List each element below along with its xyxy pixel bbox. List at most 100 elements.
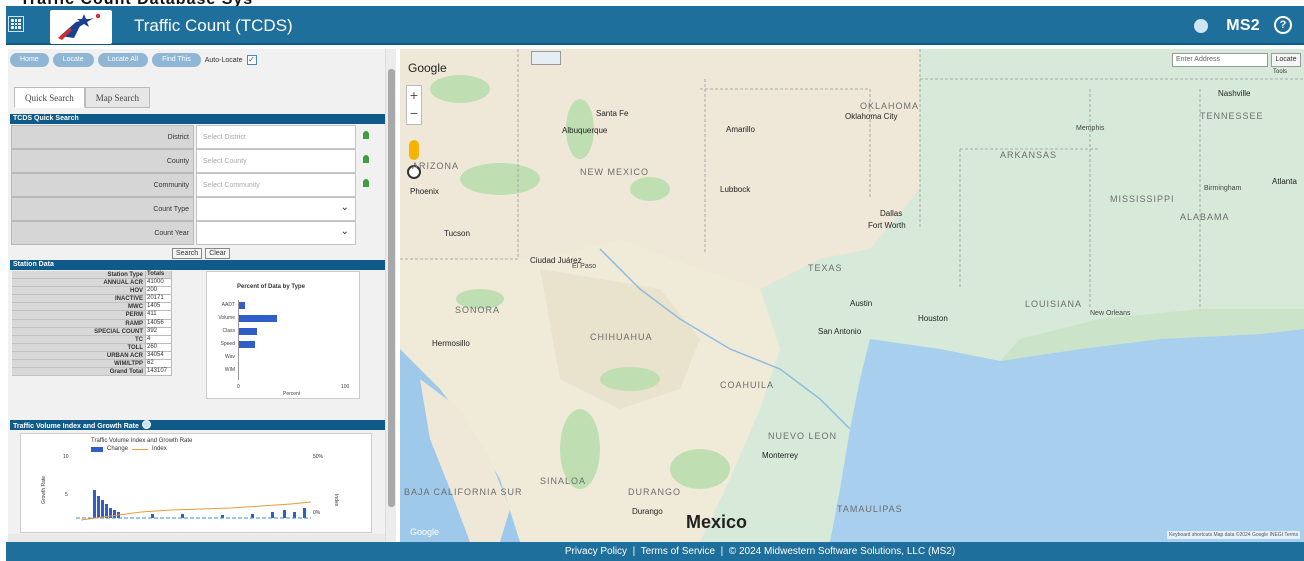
table-row: INACTIVE 20171 [12,295,198,304]
district-pin-icon[interactable] [363,131,369,139]
district-input[interactable]: Select District [196,125,356,149]
auto-locate-label: Auto-Locate [204,56,243,64]
station-type-cell: HOV [12,287,145,296]
map-layer-toggle[interactable] [531,51,561,65]
map-label: ARIZONA [412,161,460,171]
station-type-cell: MWC [12,303,145,312]
bar [239,315,277,322]
map-label: El Paso [572,263,597,270]
tools-menu[interactable]: Tools [1273,69,1287,75]
station-type-cell: Grand Total [12,368,145,377]
horizontal-scrollbar[interactable] [8,534,385,542]
privacy-policy-link[interactable]: Privacy Policy [565,546,627,557]
map-basemap [400,49,1304,542]
count-year-select[interactable]: ⌄ [196,221,356,245]
scrollbar-thumb[interactable] [388,69,395,507]
x-axis-label: Percent [283,391,301,397]
map-label: SINALOA [540,476,587,486]
map-label: Fort Worth [868,221,906,230]
terms-of-service-link[interactable]: Terms of Service [641,546,715,557]
map-label: Oklahoma City [845,112,898,121]
station-total-cell: 411 [145,311,172,320]
map-view[interactable]: Google + − Enter Address Locate Tools OKL… [400,49,1304,542]
tick-min: 0 [237,384,240,390]
app-title: Traffic Count (TCDS) [134,16,293,35]
traffic-volume-plot [76,490,312,521]
ms2-logo-icon [1194,19,1208,33]
locate-all-button[interactable]: Locate All [97,53,149,67]
count-type-row: Count Type ⌄ [11,197,375,221]
table-row: Grand Total 143107 [12,368,198,377]
map-label: Amarillo [726,125,755,134]
count-year-row: Count Year ⌄ [11,221,375,245]
app-window: Traffic Count Database Sys Traffic Count… [0,0,1304,561]
quick-search-header: TCDS Quick Search [10,114,385,124]
help-icon[interactable]: ? [1274,16,1292,34]
map-label: TENNESSEE [1200,111,1264,121]
station-total-cell: 14056 [145,319,172,328]
map-label: NEW MEXICO [580,167,650,177]
count-year-label: Count Year [11,221,194,245]
map-label: DURANGO [628,487,682,497]
table-row: RAMP 14056 [12,319,198,328]
home-button[interactable]: Home [10,53,49,67]
address-input[interactable]: Enter Address [1172,53,1268,67]
table-header-row: Station Type Totals [12,271,198,280]
traffic-volume-header: Traffic Volume Index and Growth Rate [10,420,385,430]
bar [239,328,257,335]
copyright-text: © 2024 Midwestern Software Solutions, LL… [728,546,956,557]
vertical-scrollbar[interactable] [385,49,396,542]
category-label: Speed [220,341,235,347]
map-label: MISSISSIPPI [1110,194,1175,204]
community-input[interactable]: Select Community [196,173,356,197]
map-label: LOUISIANA [1025,299,1083,309]
locate-button[interactable]: Locate [52,53,94,67]
apps-grid-icon[interactable] [8,16,24,32]
county-label: County [11,149,194,173]
clear-button[interactable]: Clear [205,248,230,259]
chart-title: Percent of Data by Type [237,284,305,290]
table-row: MWC 1405 [12,303,198,312]
column-header-station-type: Station Type [12,271,145,280]
community-row: Community Select Community [11,173,375,197]
bar [239,341,255,348]
station-type-cell: RAMP [12,319,145,328]
map-label: SONORA [455,305,501,315]
footer: Privacy Policy | Terms of Service | © 20… [6,542,1304,561]
station-total-cell: 1405 [145,303,172,312]
pegman-icon[interactable] [409,140,419,160]
category-label: AADT [221,302,235,308]
county-input[interactable]: Select County [196,149,356,173]
tick-max: 100 [341,384,350,390]
table-row: PERM 411 [12,311,198,320]
tab-quick-search[interactable]: Quick Search [14,87,85,108]
map-label: ALABAMA [1180,212,1230,222]
category-label: Class [222,328,235,334]
station-type-cell: TOLL [12,343,145,352]
google-logo: Google [408,61,447,75]
community-pin-icon[interactable] [363,179,369,187]
table-row: URBAN ACR 34054 [12,351,198,361]
count-type-select[interactable]: ⌄ [196,197,356,221]
map-label: New Orleans [1090,310,1131,317]
find-this-button[interactable]: Find This [152,53,201,67]
station-type-cell: URBAN ACR [12,351,145,361]
map-label: Santa Fe [596,109,629,118]
search-actions: Search Clear [172,248,230,259]
category-label: Wav [225,354,235,360]
zoom-control[interactable]: + − [406,85,422,125]
map-label: BAJA CALIFORNIA SUR [404,487,523,497]
map-label: CHIHUAHUA [590,332,653,342]
county-pin-icon[interactable] [363,155,369,163]
station-total-cell: 20171 [145,295,172,304]
map-label: Dallas [880,209,903,218]
map-label: Durango [632,507,663,516]
station-type-cell: TC [12,335,145,344]
map-locate-button[interactable]: Locate [1271,53,1301,67]
tab-map-search[interactable]: Map Search [84,87,150,108]
search-button[interactable]: Search [172,248,203,259]
district-label: District [11,125,194,149]
map-label: Phoenix [410,187,439,196]
auto-locate-checkbox[interactable]: ✓ [246,55,257,65]
info-icon[interactable] [141,420,151,429]
